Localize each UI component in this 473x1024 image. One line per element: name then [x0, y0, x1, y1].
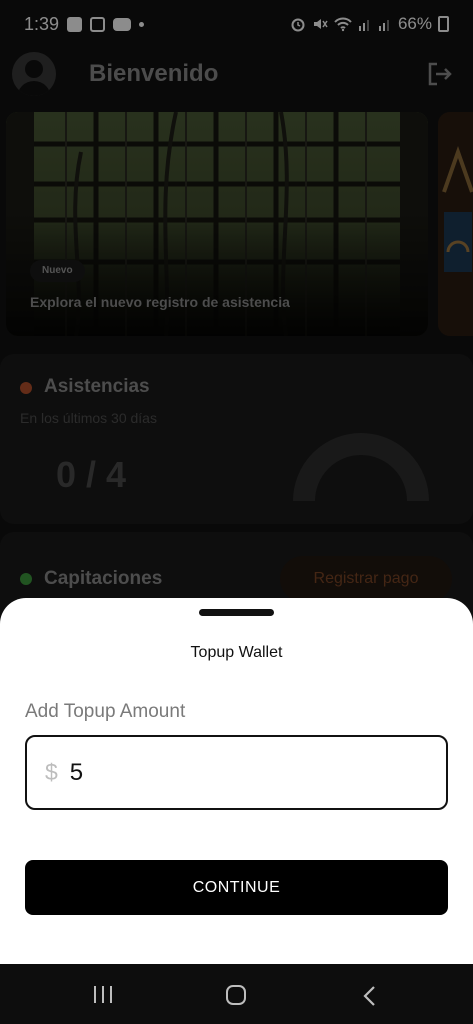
home-icon[interactable] [226, 985, 246, 1005]
currency-symbol: $ [45, 759, 58, 785]
screen: 1:39 66% Bienvenido Nuevo Explora el nue… [0, 0, 473, 1024]
amount-label: Add Topup Amount [25, 701, 186, 722]
continue-button[interactable]: CONTINUE [25, 860, 448, 915]
recents-icon[interactable] [94, 986, 114, 1003]
sheet-title: Topup Wallet [190, 644, 283, 661]
amount-input[interactable]: $ 5 [25, 735, 448, 810]
back-icon[interactable] [362, 985, 376, 1007]
sheet-drag-handle[interactable] [199, 609, 274, 616]
system-nav-bar [0, 964, 473, 1024]
amount-value[interactable]: 5 [70, 759, 83, 787]
topup-bottom-sheet: Topup Wallet Add Topup Amount $ 5 CONTIN… [0, 598, 473, 964]
